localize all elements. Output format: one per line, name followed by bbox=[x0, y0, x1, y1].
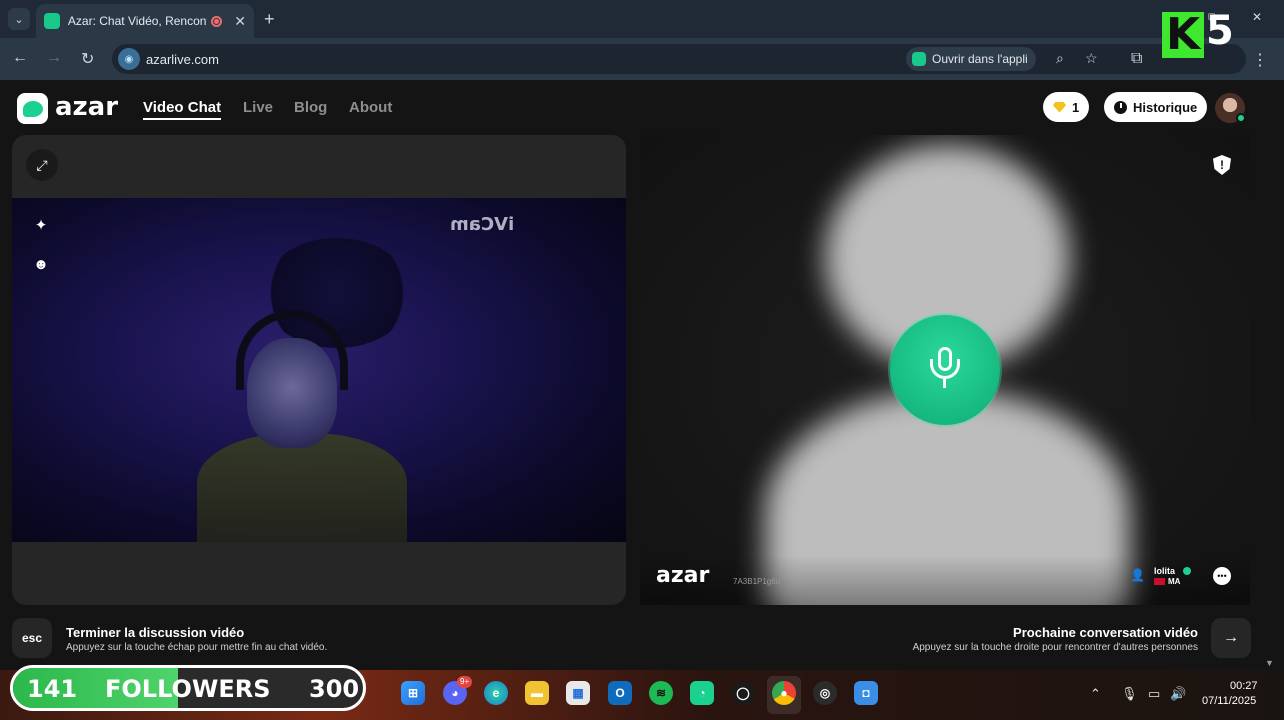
azar-app-icon[interactable]: ◔ bbox=[690, 681, 714, 705]
history-button[interactable]: Historique bbox=[1104, 92, 1208, 122]
peer-user-icon: 👤 bbox=[1130, 568, 1145, 582]
file-explorer-icon[interactable]: ▬ bbox=[525, 681, 549, 705]
open-in-app-button[interactable]: Ouvrir dans l'appli bbox=[906, 47, 1036, 71]
close-window-icon[interactable]: ✕ bbox=[1252, 10, 1262, 24]
network-icon[interactable]: ▭ bbox=[1148, 686, 1160, 702]
microphone-icon bbox=[925, 347, 965, 393]
my-camera-feed: iVCam ✦ ☻ bbox=[12, 198, 626, 543]
report-shield-icon[interactable]: ! bbox=[1213, 155, 1231, 175]
new-tab-button[interactable]: + bbox=[264, 9, 275, 30]
scroll-down-icon[interactable]: ▼ bbox=[1265, 658, 1274, 668]
user-code: 7A3B1P1g6u bbox=[733, 577, 781, 586]
extensions-icon[interactable]: ⧉ bbox=[1131, 50, 1142, 68]
nav-about[interactable]: About bbox=[349, 99, 392, 116]
azar-page: azar Video Chat Live Blog About 1 Histor… bbox=[0, 80, 1284, 670]
k5-number: 5 bbox=[1206, 8, 1234, 54]
expand-icon[interactable]: ⤢ bbox=[26, 149, 58, 181]
forward-arrow-icon[interactable]: → bbox=[46, 49, 62, 67]
tray-chevron-icon[interactable]: ⌃ bbox=[1090, 686, 1101, 702]
taskbar-time[interactable]: 00:27 bbox=[1230, 680, 1258, 692]
browser-menu-icon[interactable]: ⋮ bbox=[1252, 50, 1268, 70]
esc-button[interactable]: esc bbox=[12, 618, 52, 658]
nav-blog[interactable]: Blog bbox=[294, 99, 327, 116]
address-bar[interactable]: ◉ azarlive.com Ouvrir dans l'appli ⌕ ☆ bbox=[112, 44, 1246, 74]
url-text: azarlive.com bbox=[146, 52, 219, 67]
chat-bubble-icon[interactable]: ••• bbox=[1213, 567, 1231, 585]
followers-current: 141 bbox=[27, 675, 78, 703]
app-shield-icon[interactable]: ◘ bbox=[854, 681, 878, 705]
peer-country: MA bbox=[1168, 577, 1181, 586]
bookmark-star-icon[interactable]: ☆ bbox=[1085, 50, 1098, 67]
peer-verified-icon bbox=[1183, 567, 1191, 575]
browser-tab-bar: ⌄ Azar: Chat Vidéo, Rencontre ✕ + ⧉ ✕ bbox=[0, 0, 1284, 38]
gem-icon bbox=[1053, 101, 1066, 113]
end-chat-subtitle: Appuyez sur la touche échap pour mettre … bbox=[66, 642, 328, 653]
browser-toolbar: ← → ↻ ◉ azarlive.com Ouvrir dans l'appli… bbox=[0, 38, 1284, 80]
history-label: Historique bbox=[1133, 99, 1198, 115]
ms-store-icon[interactable]: ▦ bbox=[566, 681, 590, 705]
chrome-icon[interactable]: ● bbox=[772, 681, 796, 705]
spotify-icon[interactable]: ≋ bbox=[649, 681, 673, 705]
edge-icon[interactable]: e bbox=[484, 681, 508, 705]
zoom-search-icon[interactable]: ⌕ bbox=[1056, 50, 1064, 67]
tray-mic-icon[interactable]: 🎙 bbox=[1121, 686, 1138, 702]
clock-icon bbox=[1114, 100, 1127, 114]
obs-icon[interactable]: ◎ bbox=[813, 681, 837, 705]
volume-icon[interactable]: 🔊 bbox=[1170, 686, 1186, 702]
nav-live[interactable]: Live bbox=[243, 99, 273, 116]
tab-close-button[interactable]: ✕ bbox=[234, 13, 246, 30]
taskbar-date[interactable]: 07/11/2025 bbox=[1202, 695, 1256, 707]
end-chat-title: Terminer la discussion vidéo bbox=[66, 625, 245, 640]
recording-indicator-icon bbox=[211, 15, 223, 27]
ivcam-watermark: iVCam bbox=[450, 214, 515, 235]
reload-icon[interactable]: ↻ bbox=[81, 49, 94, 69]
microphone-button[interactable] bbox=[890, 315, 1000, 425]
azar-favicon-icon bbox=[44, 13, 60, 29]
my-video-panel: ⤢ iVCam ✦ ☻ bbox=[12, 135, 626, 605]
outlook-icon[interactable]: O bbox=[608, 681, 632, 705]
followers-label: FOLLOWERS bbox=[105, 675, 271, 703]
morocco-flag-icon bbox=[1154, 578, 1165, 585]
browser-tab[interactable]: Azar: Chat Vidéo, Rencontre ✕ bbox=[36, 4, 254, 38]
gems-button[interactable]: 1 bbox=[1043, 92, 1090, 122]
next-chat-subtitle: Appuyez sur la touche droite pour rencon… bbox=[912, 642, 1198, 653]
search-lens-icon[interactable]: ◯ bbox=[731, 681, 755, 705]
azar-watermark: azar bbox=[656, 563, 710, 588]
tab-search-chevron-icon[interactable]: ⌄ bbox=[8, 8, 30, 30]
next-chat-title: Prochaine conversation vidéo bbox=[1013, 625, 1198, 640]
online-status-dot bbox=[1236, 113, 1246, 123]
partner-video-panel: ! azar 7A3B1P1g6u 👤 lolita MA ••• bbox=[640, 135, 1250, 605]
windows-start-icon[interactable]: ⊞ bbox=[401, 681, 425, 705]
site-info-icon[interactable]: ◉ bbox=[118, 48, 140, 70]
peer-name[interactable]: lolita bbox=[1154, 566, 1175, 576]
azar-logo-text[interactable]: azar bbox=[55, 92, 118, 122]
followers-goal: 300 bbox=[309, 675, 360, 703]
k5-k-letter: K bbox=[1162, 12, 1204, 58]
azar-logo-icon[interactable] bbox=[17, 93, 48, 124]
nav-video-chat[interactable]: Video Chat bbox=[143, 99, 222, 120]
back-arrow-icon[interactable]: ← bbox=[12, 49, 28, 67]
next-arrow-button[interactable]: → bbox=[1211, 618, 1251, 658]
k5-overlay-logo: K 5 bbox=[1160, 8, 1234, 60]
tab-title: Azar: Chat Vidéo, Rencontre bbox=[67, 14, 208, 28]
gems-count: 1 bbox=[1072, 99, 1080, 115]
face-filter-icon[interactable]: ☻ bbox=[30, 253, 52, 275]
person-body-shape bbox=[197, 433, 407, 543]
followers-goal-widget: 141 FOLLOWERS 300 bbox=[10, 665, 366, 711]
discord-badge: 9+ bbox=[457, 676, 473, 688]
sparkle-effects-icon[interactable]: ✦ bbox=[30, 214, 52, 236]
